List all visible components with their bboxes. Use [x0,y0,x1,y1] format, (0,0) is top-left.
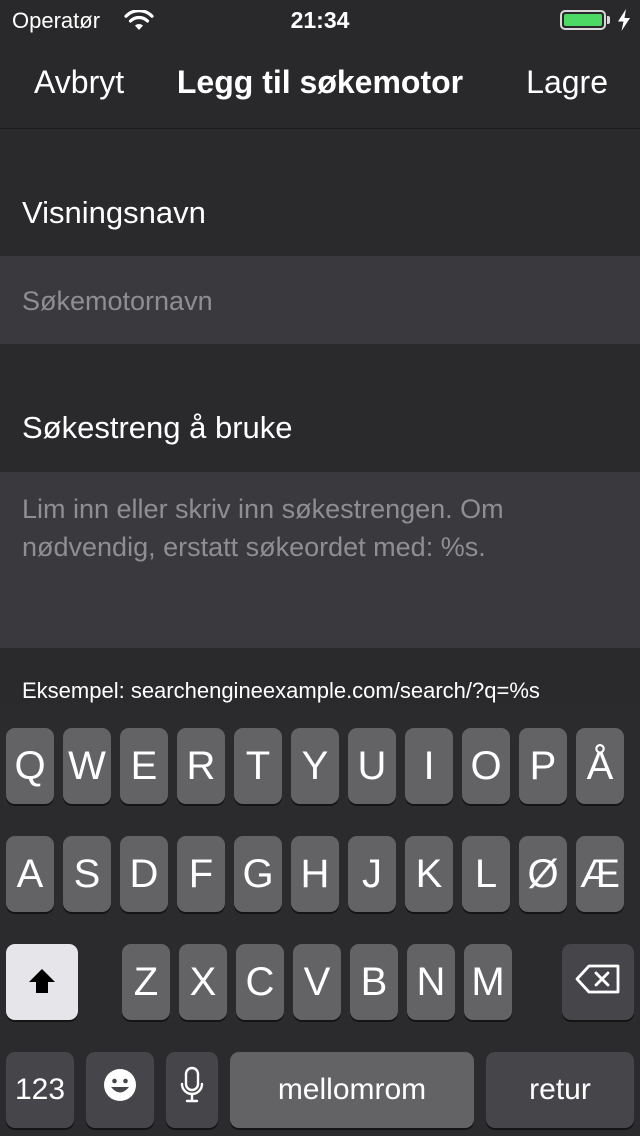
key-x[interactable]: X [179,944,227,1020]
query-placeholder-line2: nødvendig, erstatt søkeordet med: %s. [22,532,486,562]
key-l[interactable]: L [462,836,510,912]
shift-icon [27,960,57,1005]
shift-key[interactable] [6,944,78,1020]
key-w[interactable]: W [63,728,111,804]
query-placeholder-line1: Lim inn eller skriv inn søkestrengen. Om [22,494,504,524]
key-n[interactable]: N [407,944,455,1020]
name-label: Visningsnavn [22,195,206,230]
backspace-icon [574,960,622,1005]
key-j[interactable]: J [348,836,396,912]
key-z[interactable]: Z [122,944,170,1020]
key-u[interactable]: U [348,728,396,804]
charging-bolt-icon [617,9,631,36]
key-b[interactable]: B [350,944,398,1020]
key-y[interactable]: Y [291,728,339,804]
key-t[interactable]: T [234,728,282,804]
battery-icon [560,10,606,30]
key-m[interactable]: M [464,944,512,1020]
key-a[interactable]: A [6,836,54,912]
emoji-icon [102,1067,138,1113]
key-o[interactable]: O [462,728,510,804]
search-string-input[interactable]: Lim inn eller skriv inn søkestrengen. Om… [0,472,640,648]
space-key[interactable]: mellomrom [230,1052,474,1128]
key-f[interactable]: F [177,836,225,912]
key-r[interactable]: R [177,728,225,804]
emoji-key[interactable] [86,1052,154,1128]
key-k[interactable]: K [405,836,453,912]
battery-level [564,14,602,26]
numbers-key[interactable]: 123 [6,1052,74,1128]
key-q[interactable]: Q [6,728,54,804]
microphone-key[interactable] [166,1052,218,1128]
key-æ[interactable]: Æ [576,836,624,912]
key-ø[interactable]: Ø [519,836,567,912]
key-e[interactable]: E [120,728,168,804]
key-c[interactable]: C [236,944,284,1020]
query-label: Søkestreng å bruke [22,410,293,445]
key-g[interactable]: G [234,836,282,912]
key-d[interactable]: D [120,836,168,912]
status-bar: Operatør 21:34 [0,0,640,40]
example-text: Eksempel: searchengineexample.com/search… [22,678,540,703]
search-engine-name-input[interactable]: Søkemotornavn [0,256,640,344]
name-placeholder: Søkemotornavn [22,286,213,316]
navigation-bar: Avbryt Legg til søkemotor Lagre [0,40,640,129]
keyboard: QWERTYUIOPÅ ASDFGHJKLØÆ ZXCVBNM 123 mell… [0,704,640,1136]
key-v[interactable]: V [293,944,341,1020]
return-key[interactable]: retur [486,1052,634,1128]
backspace-key[interactable] [562,944,634,1020]
microphone-icon [180,1066,204,1114]
key-p[interactable]: P [519,728,567,804]
key-h[interactable]: H [291,836,339,912]
key-i[interactable]: I [405,728,453,804]
status-time: 21:34 [290,7,350,33]
key-å[interactable]: Å [576,728,624,804]
save-button[interactable]: Lagre [526,64,608,101]
battery-nub [607,16,610,24]
key-s[interactable]: S [63,836,111,912]
